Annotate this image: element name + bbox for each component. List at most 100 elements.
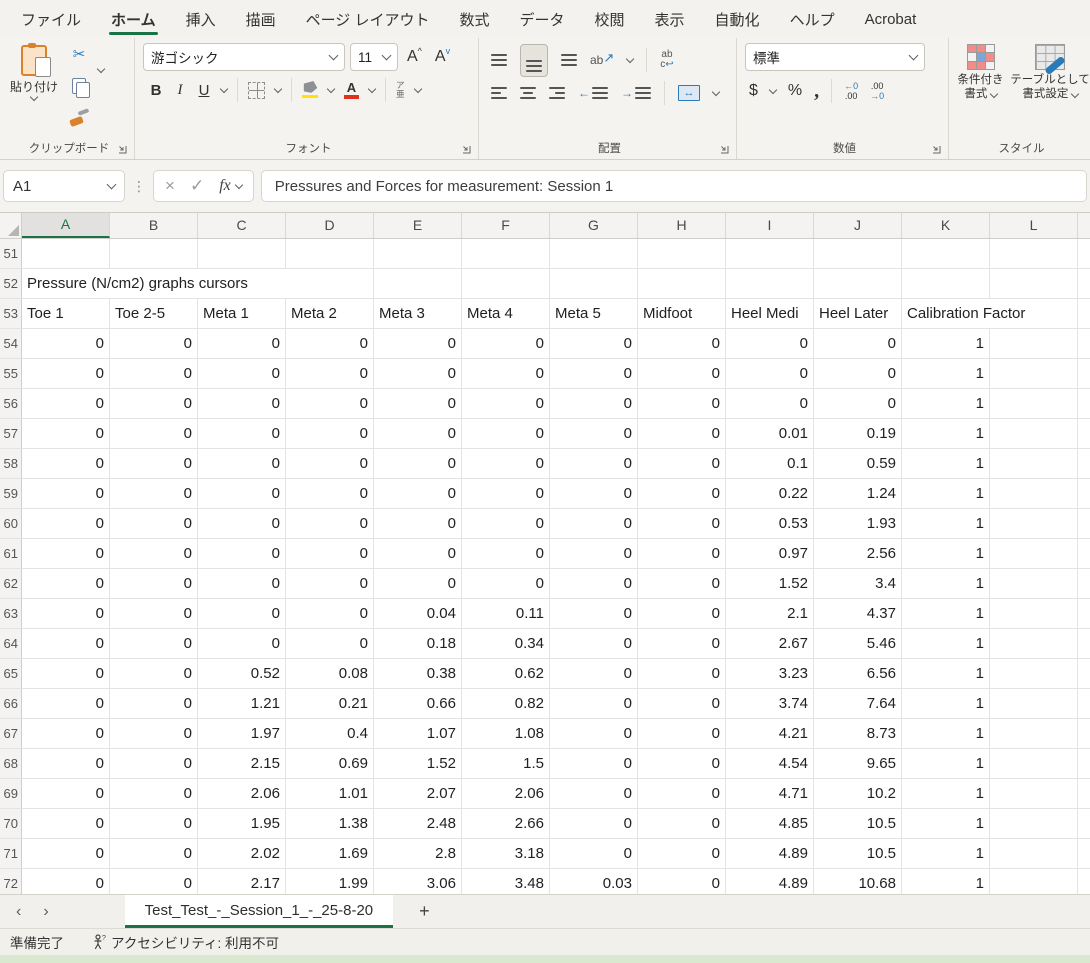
cell[interactable]: 2.48 — [374, 809, 462, 839]
cell[interactable]: 0 — [286, 509, 374, 539]
decrease-font-size-button[interactable]: Av — [431, 48, 454, 66]
formula-input[interactable]: Pressures and Forces for measurement: Se… — [261, 170, 1087, 202]
cell[interactable]: 1 — [902, 539, 990, 569]
cell[interactable]: 0 — [110, 569, 198, 599]
phonetic-guide-icon[interactable]: ア亜 — [396, 81, 405, 99]
decrease-indent-icon[interactable]: ← — [578, 86, 608, 100]
cell[interactable]: 0.01 — [726, 419, 814, 449]
cell[interactable]: 2.1 — [726, 599, 814, 629]
cell[interactable]: 0 — [638, 749, 726, 779]
dialog-launcher-icon[interactable] — [719, 144, 730, 155]
cell[interactable]: 1.01 — [286, 779, 374, 809]
cell[interactable]: 0 — [110, 359, 198, 389]
cell[interactable]: 0 — [286, 359, 374, 389]
merge-chevron-icon[interactable] — [712, 87, 720, 95]
cell[interactable]: Toe 1 — [22, 299, 110, 329]
cancel-icon[interactable]: × — [165, 176, 175, 196]
cell[interactable]: 0 — [374, 449, 462, 479]
cell-partial[interactable] — [1078, 449, 1090, 479]
cell[interactable]: 0 — [374, 419, 462, 449]
cell[interactable]: 0 — [374, 569, 462, 599]
cell[interactable]: 0 — [286, 329, 374, 359]
cell[interactable] — [990, 809, 1078, 839]
cell[interactable] — [990, 779, 1078, 809]
cell[interactable]: 0 — [550, 599, 638, 629]
cell[interactable] — [198, 239, 286, 269]
cell[interactable]: 2.66 — [462, 809, 550, 839]
cell[interactable]: 0 — [374, 479, 462, 509]
cell[interactable]: 0 — [22, 749, 110, 779]
prev-sheet-icon[interactable]: ‹ — [16, 903, 21, 921]
cell[interactable]: 1 — [902, 599, 990, 629]
cell[interactable] — [902, 239, 990, 269]
ribbon-tab[interactable]: ヘルプ — [775, 0, 850, 38]
cell[interactable]: Meta 1 — [198, 299, 286, 329]
cell[interactable]: 0 — [462, 359, 550, 389]
cell[interactable]: 0.52 — [198, 659, 286, 689]
cell[interactable]: 1 — [902, 479, 990, 509]
cell[interactable]: 1.69 — [286, 839, 374, 869]
cell[interactable] — [814, 269, 902, 299]
row-header-66[interactable]: 66 — [0, 689, 22, 719]
cell[interactable] — [990, 509, 1078, 539]
cell[interactable]: 2.15 — [198, 749, 286, 779]
orientation-chevron-icon[interactable] — [626, 54, 634, 62]
cell-partial[interactable] — [1078, 569, 1090, 599]
cell-partial[interactable] — [1078, 539, 1090, 569]
cell-partial[interactable] — [1078, 239, 1090, 269]
cell[interactable]: 2.07 — [374, 779, 462, 809]
cell[interactable]: 0 — [22, 479, 110, 509]
cell[interactable]: 5.46 — [814, 629, 902, 659]
cell[interactable]: 0 — [462, 569, 550, 599]
cell[interactable]: 0 — [22, 689, 110, 719]
cell[interactable] — [990, 689, 1078, 719]
cell[interactable]: 0 — [22, 779, 110, 809]
row-header-57[interactable]: 57 — [0, 419, 22, 449]
cell[interactable]: 0 — [638, 419, 726, 449]
row-header-65[interactable]: 65 — [0, 659, 22, 689]
cell[interactable]: 1 — [902, 749, 990, 779]
row-header-61[interactable]: 61 — [0, 539, 22, 569]
cell[interactable] — [374, 239, 462, 269]
cell[interactable]: 0.97 — [726, 539, 814, 569]
ribbon-tab[interactable]: 数式 — [444, 0, 504, 38]
cell[interactable]: 1 — [902, 359, 990, 389]
cell[interactable] — [110, 269, 198, 299]
cell[interactable]: 0 — [286, 569, 374, 599]
cell[interactable]: 0 — [374, 359, 462, 389]
cell[interactable]: 0 — [814, 389, 902, 419]
next-sheet-icon[interactable]: › — [43, 903, 48, 921]
number-format-select[interactable]: 標準 — [745, 43, 925, 71]
cell[interactable] — [990, 329, 1078, 359]
row-header-72[interactable]: 72 — [0, 869, 22, 894]
cell[interactable]: 0 — [550, 659, 638, 689]
cell-partial[interactable] — [1078, 719, 1090, 749]
cell[interactable]: 2.17 — [198, 869, 286, 894]
cell-partial[interactable] — [1078, 479, 1090, 509]
cell[interactable]: 0 — [22, 389, 110, 419]
cell[interactable]: 0 — [550, 359, 638, 389]
cell[interactable]: 1.99 — [286, 869, 374, 894]
cell[interactable]: 1.52 — [374, 749, 462, 779]
align-top-icon[interactable] — [491, 54, 507, 66]
cell[interactable]: 0 — [286, 629, 374, 659]
ribbon-tab[interactable]: ファイル — [6, 0, 96, 38]
ribbon-tab[interactable]: 自動化 — [700, 0, 775, 38]
paste-button[interactable]: 貼り付け — [8, 43, 60, 137]
cell[interactable]: 4.85 — [726, 809, 814, 839]
cell[interactable]: 1.24 — [814, 479, 902, 509]
bold-button[interactable]: B — [149, 82, 163, 99]
underline-chevron-icon[interactable] — [220, 84, 228, 92]
cell[interactable]: Midfoot — [638, 299, 726, 329]
cell[interactable]: 0 — [550, 689, 638, 719]
cell[interactable] — [990, 239, 1078, 269]
cell[interactable]: 3.4 — [814, 569, 902, 599]
cell[interactable]: 0 — [110, 689, 198, 719]
ribbon-tab[interactable]: ページ レイアウト — [291, 0, 445, 38]
cell[interactable]: 1.08 — [462, 719, 550, 749]
cell[interactable]: 0 — [110, 509, 198, 539]
row-header-70[interactable]: 70 — [0, 809, 22, 839]
cell-partial[interactable] — [1078, 359, 1090, 389]
cell[interactable]: 1 — [902, 809, 990, 839]
row-header-52[interactable]: 52 — [0, 269, 22, 299]
